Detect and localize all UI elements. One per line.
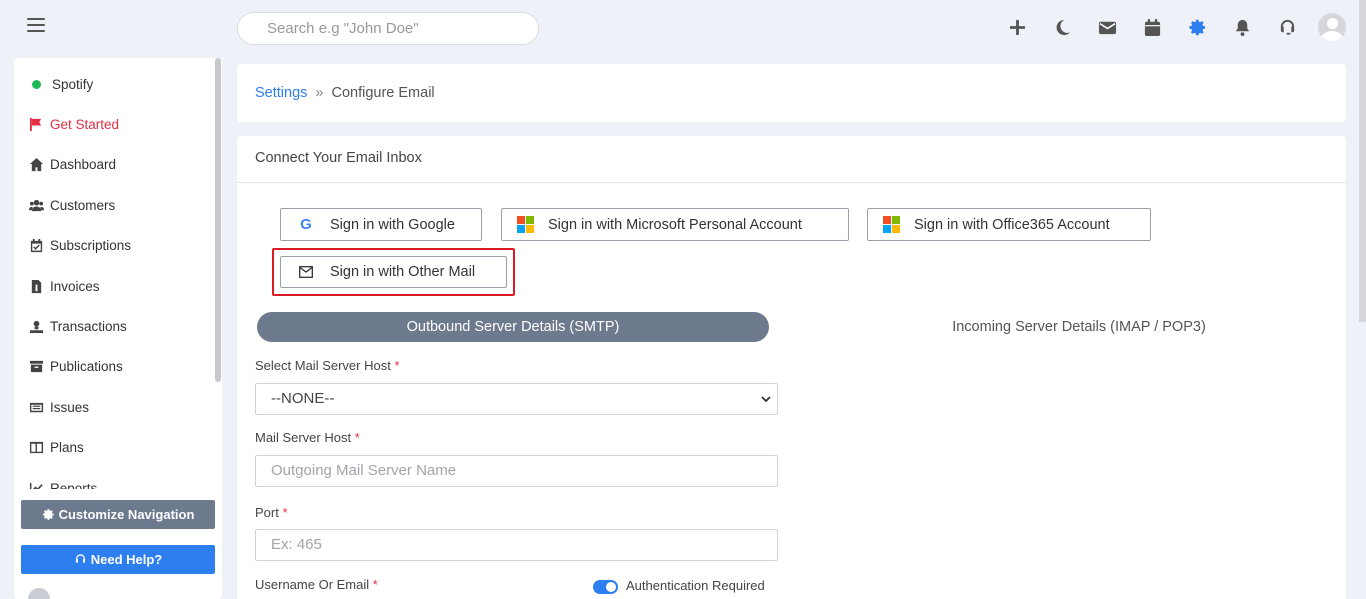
host-label-text: Mail Server Host — [255, 430, 352, 445]
required-mark: * — [372, 577, 378, 592]
transactions-icon — [27, 319, 45, 335]
sidebar-item-label: Reports — [50, 480, 98, 489]
required-mark: * — [394, 358, 400, 373]
sidebar-scrollbar[interactable] — [215, 58, 221, 382]
select-host-label: Select Mail Server Host * — [255, 358, 400, 373]
select-value: --NONE-- — [271, 390, 335, 407]
sidebar-item-reports[interactable]: Reports — [14, 468, 222, 489]
archive-icon — [27, 359, 45, 375]
other-mail-button-label: Sign in with Other Mail — [330, 264, 476, 280]
required-mark: * — [282, 505, 288, 520]
sidebar-item-label: Plans — [50, 440, 84, 456]
sidebar-item-spotify[interactable]: Spotify — [14, 64, 222, 104]
sidebar-nav: Spotify Get Started Dashboard Customers … — [14, 58, 222, 489]
gear-icon[interactable] — [1186, 16, 1208, 38]
user-avatar[interactable] — [1318, 13, 1346, 41]
bell-icon[interactable] — [1231, 16, 1253, 38]
sidebar-item-transactions[interactable]: Transactions — [14, 306, 222, 346]
card-title: Connect Your Email Inbox — [237, 136, 1346, 183]
authentication-required-label: Authentication Required — [626, 578, 765, 593]
users-icon — [27, 197, 45, 213]
sidebar-item-label: Subscriptions — [50, 238, 132, 254]
tab-outbound-smtp[interactable]: Outbound Server Details (SMTP) — [257, 312, 769, 342]
calendar-check-icon — [27, 238, 45, 254]
port-input[interactable]: Ex: 465 — [255, 529, 778, 561]
microsoft-icon — [517, 216, 534, 233]
breadcrumb-settings-link[interactable]: Settings — [255, 85, 307, 101]
sidebar-item-customers[interactable]: Customers — [14, 185, 222, 225]
sidebar-item-issues[interactable]: Issues — [14, 387, 222, 427]
google-icon: G — [300, 215, 312, 233]
sidebar-item-plans[interactable]: Plans — [14, 428, 222, 468]
sidebar-item-subscriptions[interactable]: Subscriptions — [14, 226, 222, 266]
email-config-card: Connect Your Email Inbox G Sign in with … — [237, 136, 1346, 599]
search-input[interactable]: Search e.g "John Doe" — [237, 12, 539, 45]
authentication-required-toggle[interactable] — [593, 580, 618, 594]
sidebar-item-invoices[interactable]: Invoices — [14, 266, 222, 306]
office365-button-label: Sign in with Office365 Account — [914, 216, 1110, 233]
moon-icon[interactable] — [1051, 16, 1073, 38]
sidebar-item-label: Invoices — [50, 278, 100, 294]
google-button-label: Sign in with Google — [330, 216, 455, 233]
customize-navigation-label: Customize Navigation — [58, 507, 195, 522]
issues-icon — [27, 399, 45, 415]
sidebar-item-publications[interactable]: Publications — [14, 347, 222, 387]
sidebar-item-label: Publications — [50, 359, 123, 375]
sidebar: Spotify Get Started Dashboard Customers … — [14, 58, 222, 599]
top-toolbar — [983, 11, 1346, 43]
sidebar-user-avatar[interactable] — [28, 588, 50, 599]
need-help-label: Need Help? — [90, 552, 163, 567]
flag-icon — [27, 117, 45, 133]
microsoft-button-label: Sign in with Microsoft Personal Account — [548, 216, 802, 233]
sign-in-office365-button[interactable]: Sign in with Office365 Account — [867, 208, 1151, 241]
headset-icon — [75, 554, 85, 563]
mail-server-host-select[interactable]: --NONE-- — [255, 383, 778, 415]
mail-server-host-input[interactable]: Outgoing Mail Server Name — [255, 455, 778, 487]
chart-icon — [27, 480, 45, 489]
envelope-icon[interactable] — [1096, 16, 1118, 38]
sidebar-item-label: Customers — [50, 197, 116, 213]
headset-icon[interactable] — [1276, 16, 1298, 38]
plans-icon — [27, 440, 45, 456]
calendar-icon[interactable] — [1141, 16, 1163, 38]
host-label: Mail Server Host * — [255, 430, 360, 445]
tab-incoming-imap-pop3[interactable]: Incoming Server Details (IMAP / POP3) — [817, 312, 1341, 342]
required-mark: * — [354, 430, 360, 445]
customize-navigation-button[interactable]: Customize Navigation — [21, 500, 215, 529]
username-label: Username Or Email * — [255, 577, 378, 592]
gear-icon — [42, 509, 54, 520]
invoice-icon — [27, 278, 45, 294]
page-scrollbar[interactable] — [1359, 0, 1366, 322]
breadcrumb-current: Configure Email — [331, 85, 435, 101]
sidebar-item-label: Issues — [50, 399, 90, 415]
select-host-label-text: Select Mail Server Host — [255, 358, 391, 373]
sign-in-microsoft-button[interactable]: Sign in with Microsoft Personal Account — [501, 208, 849, 241]
sidebar-item-label: Transactions — [50, 319, 127, 335]
envelope-icon — [299, 266, 313, 278]
sign-in-other-mail-button[interactable]: Sign in with Other Mail — [280, 256, 507, 288]
need-help-button[interactable]: Need Help? — [21, 545, 215, 574]
sign-in-google-button[interactable]: G Sign in with Google — [280, 208, 482, 241]
sidebar-item-dashboard[interactable]: Dashboard — [14, 145, 222, 185]
chevron-down-icon — [761, 396, 771, 403]
sidebar-item-label: Get Started — [50, 117, 120, 133]
home-icon — [27, 157, 45, 173]
plus-icon[interactable] — [1006, 16, 1028, 38]
breadcrumb-separator: » — [315, 85, 324, 101]
port-label-text: Port — [255, 505, 279, 520]
sidebar-item-label: Spotify — [52, 76, 94, 92]
office365-icon — [883, 216, 900, 233]
spotify-icon — [32, 79, 41, 89]
sidebar-item-get-started[interactable]: Get Started — [14, 104, 222, 144]
port-label: Port * — [255, 505, 288, 520]
menu-toggle-icon[interactable] — [27, 18, 45, 32]
sidebar-item-label: Dashboard — [50, 157, 117, 173]
breadcrumb: Settings » Configure Email — [237, 64, 1346, 122]
username-label-text: Username Or Email — [255, 577, 370, 592]
